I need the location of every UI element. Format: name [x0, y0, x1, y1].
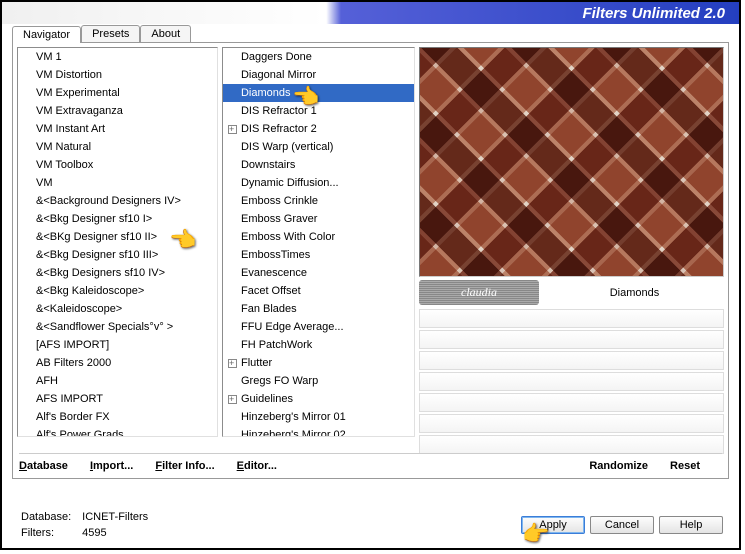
list-item[interactable]: AB Filters 2000	[18, 354, 217, 372]
list-item[interactable]: Evanescence	[223, 264, 414, 282]
list-item[interactable]: Daggers Done	[223, 48, 414, 66]
list-item[interactable]: AFS IMPORT	[18, 390, 217, 408]
apply-button[interactable]: Apply	[521, 516, 585, 534]
list-item[interactable]: EmbossTimes	[223, 246, 414, 264]
btn-filter-info[interactable]: Filter Info...	[155, 460, 214, 472]
list-item[interactable]: VM 1	[18, 48, 217, 66]
param-slot	[419, 351, 724, 370]
list-item[interactable]: Dynamic Diffusion...	[223, 174, 414, 192]
param-slot	[419, 330, 724, 349]
list-item[interactable]: &<Sandflower Specials°v° >	[18, 318, 217, 336]
list-item[interactable]: DIS Refractor 2	[223, 120, 414, 138]
btn-database[interactable]: Database	[19, 460, 68, 472]
filter-name-label: Diamonds	[545, 287, 724, 299]
list-item[interactable]: Fan Blades	[223, 300, 414, 318]
preview-image	[419, 47, 724, 277]
list-item[interactable]: &<BKg Designer sf10 II>	[18, 228, 217, 246]
list-item[interactable]: &<Background Designers IV>	[18, 192, 217, 210]
list-item[interactable]: Alf's Border FX	[18, 408, 217, 426]
preview-pane: claudia Diamonds	[419, 47, 724, 437]
param-slot	[419, 435, 724, 454]
param-slot[interactable]	[419, 309, 724, 328]
btn-editor[interactable]: Editor...	[237, 460, 277, 472]
list-item[interactable]: &<Kaleidoscope>	[18, 300, 217, 318]
help-button[interactable]: Help	[659, 516, 723, 534]
list-item[interactable]: VM Toolbox	[18, 156, 217, 174]
list-item[interactable]: FFU Edge Average...	[223, 318, 414, 336]
list-item[interactable]: &<Bkg Kaleidoscope>	[18, 282, 217, 300]
filter-list[interactable]: Daggers DoneDiagonal MirrorDiamondsDIS R…	[222, 47, 415, 437]
list-item[interactable]: DIS Refractor 1	[223, 102, 414, 120]
param-slot	[419, 393, 724, 412]
param-slot	[419, 372, 724, 391]
list-item[interactable]: VM	[18, 174, 217, 192]
list-item[interactable]: VM Instant Art	[18, 120, 217, 138]
list-item[interactable]: &<Bkg Designer sf10 III>	[18, 246, 217, 264]
title-bar: Filters Unlimited 2.0	[2, 2, 739, 24]
list-item[interactable]: Emboss With Color	[223, 228, 414, 246]
tabstrip: Navigator Presets About	[12, 25, 739, 42]
btn-import[interactable]: Import...	[90, 460, 133, 472]
list-item[interactable]: FH PatchWork	[223, 336, 414, 354]
tab-navigator[interactable]: Navigator	[12, 26, 81, 43]
toolbar: Database Import... Filter Info... Editor…	[19, 453, 722, 472]
list-item[interactable]: Guidelines	[223, 390, 414, 408]
list-item[interactable]: &<Bkg Designer sf10 I>	[18, 210, 217, 228]
category-list[interactable]: VM 1VM DistortionVM ExperimentalVM Extra…	[17, 47, 218, 437]
param-slot	[419, 414, 724, 433]
watermark: claudia	[419, 280, 539, 305]
list-item[interactable]: VM Extravaganza	[18, 102, 217, 120]
cancel-button[interactable]: Cancel	[590, 516, 654, 534]
btn-reset[interactable]: Reset	[670, 460, 700, 472]
status-info: Database:ICNET-Filters Filters:4595	[18, 508, 151, 542]
list-item[interactable]: Gregs FO Warp	[223, 372, 414, 390]
list-item[interactable]: Downstairs	[223, 156, 414, 174]
list-item[interactable]: DIS Warp (vertical)	[223, 138, 414, 156]
list-item[interactable]: Emboss Crinkle	[223, 192, 414, 210]
list-item[interactable]: Hinzeberg's Mirror 01	[223, 408, 414, 426]
list-item[interactable]: VM Natural	[18, 138, 217, 156]
list-item[interactable]: Flutter	[223, 354, 414, 372]
list-item[interactable]: VM Distortion	[18, 66, 217, 84]
list-item[interactable]: VM Experimental	[18, 84, 217, 102]
list-item[interactable]: Diagonal Mirror	[223, 66, 414, 84]
list-item[interactable]: Emboss Graver	[223, 210, 414, 228]
tab-presets[interactable]: Presets	[81, 25, 140, 42]
list-item[interactable]: Diamonds	[223, 84, 414, 102]
list-item[interactable]: [AFS IMPORT]	[18, 336, 217, 354]
list-item[interactable]: Facet Offset	[223, 282, 414, 300]
list-item[interactable]: &<Bkg Designers sf10 IV>	[18, 264, 217, 282]
btn-randomize[interactable]: Randomize	[589, 460, 648, 472]
list-item[interactable]: AFH	[18, 372, 217, 390]
tab-about[interactable]: About	[140, 25, 191, 42]
list-item[interactable]: Alf's Power Grads	[18, 426, 217, 437]
list-item[interactable]: Hinzeberg's Mirror 02	[223, 426, 414, 437]
